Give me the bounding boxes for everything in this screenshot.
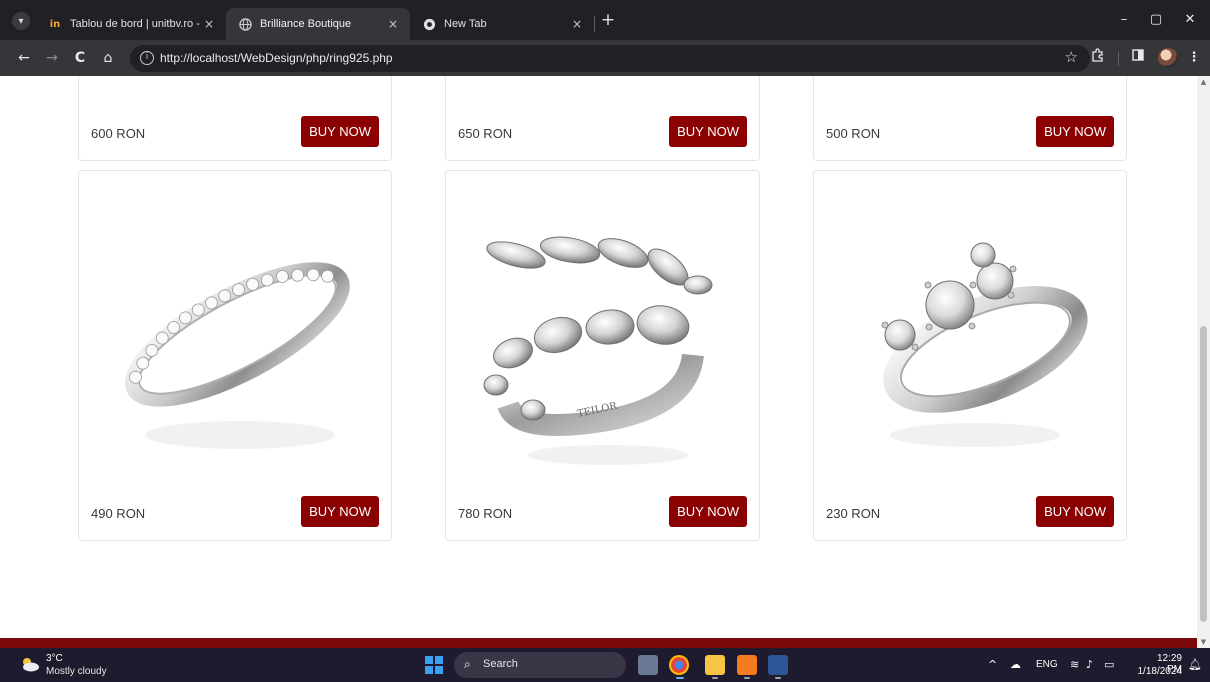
product-card: 600 RON BUY NOW xyxy=(78,76,392,161)
bookmark-star-icon[interactable]: ☆ xyxy=(1065,48,1078,66)
app-indicator xyxy=(775,677,781,679)
forward-button[interactable]: → xyxy=(42,48,62,68)
product-price: 650 RON xyxy=(458,126,513,141)
product-image xyxy=(456,76,749,98)
buy-now-button[interactable]: BUY NOW xyxy=(1036,116,1114,147)
product-card: 500 RON BUY NOW xyxy=(813,76,1127,161)
notification-bell-icon[interactable]: 🔔︎ xyxy=(1188,658,1202,671)
site-info-icon[interactable]: i xyxy=(140,51,154,65)
marquise-pear-wrap-ring-image: TEILOR xyxy=(456,181,749,478)
language-indicator[interactable]: ENG xyxy=(1036,659,1058,670)
file-explorer-task-view-icon[interactable] xyxy=(638,655,658,675)
tab-new-tab[interactable]: New Tab × xyxy=(410,8,594,40)
tab-title: Tablou de bord | unitbv.ro - e-l xyxy=(70,18,200,30)
active-app-indicator xyxy=(676,677,684,679)
windows-start-icon[interactable] xyxy=(425,656,443,674)
scrollbar-thumb[interactable] xyxy=(1200,326,1207,622)
tab-title: New Tab xyxy=(444,18,487,30)
product-card: 490 RON BUY NOW xyxy=(78,170,392,541)
eternity-band-ring-image xyxy=(89,181,381,478)
tab-close-icon[interactable]: × xyxy=(200,17,218,31)
onedrive-icon[interactable]: ☁ xyxy=(1010,658,1021,671)
search-placeholder: Search xyxy=(483,658,518,670)
tab-close-icon[interactable]: × xyxy=(384,17,402,31)
taskbar-search[interactable]: ⌕ Search xyxy=(454,652,626,678)
chrome-icon xyxy=(422,17,436,31)
browser-toolbar: ← → C ⌂ i http://localhost/WebDesign/php… xyxy=(0,40,1210,76)
product-price: 230 RON xyxy=(826,506,881,521)
toolbar-divider xyxy=(1118,52,1119,66)
tab-close-icon[interactable]: × xyxy=(568,17,586,31)
browser-tab-strip: ▾ in Tablou de bord | unitbv.ro - e-l × … xyxy=(0,0,1210,40)
buy-now-button[interactable]: BUY NOW xyxy=(1036,496,1114,527)
tab-unitbv[interactable]: in Tablou de bord | unitbv.ro - e-l × xyxy=(36,8,226,40)
word-taskbar-icon[interactable] xyxy=(768,655,788,675)
tab-divider xyxy=(594,16,595,32)
buy-now-button[interactable]: BUY NOW xyxy=(301,116,379,147)
page-footer-strip xyxy=(0,638,1197,648)
reload-button[interactable]: C xyxy=(70,48,90,68)
new-tab-button[interactable]: + xyxy=(598,10,618,30)
wifi-icon[interactable]: ≋ xyxy=(1070,658,1079,671)
address-bar[interactable]: i http://localhost/WebDesign/php/ring925… xyxy=(130,45,1090,72)
unitbv-favicon-icon: in xyxy=(49,18,61,30)
chrome-taskbar-icon[interactable] xyxy=(669,655,689,675)
home-button[interactable]: ⌂ xyxy=(98,48,118,68)
extensions-icon[interactable] xyxy=(1088,48,1108,68)
buy-now-button[interactable]: BUY NOW xyxy=(301,496,379,527)
product-card: 650 RON BUY NOW xyxy=(445,76,760,161)
minimize-button[interactable]: – xyxy=(1110,9,1138,31)
cloud-sun-icon[interactable] xyxy=(18,656,40,672)
side-panel-icon[interactable] xyxy=(1128,48,1148,68)
tab-title: Brilliance Boutique xyxy=(260,18,352,30)
page-content: 600 RON BUY NOW 650 RON BUY NOW 500 RON … xyxy=(0,76,1197,638)
back-button[interactable]: ← xyxy=(14,48,34,68)
weather-temperature[interactable]: 3°C xyxy=(46,653,63,664)
windows-taskbar: 3°C Mostly cloudy ⌕ Search ^ ☁ ENG ≋ ♪ ▭… xyxy=(0,648,1210,682)
more-menu-icon[interactable]: ⋮ xyxy=(1184,48,1204,68)
maximize-button[interactable]: ▢ xyxy=(1142,9,1170,31)
product-price: 490 RON xyxy=(91,506,146,521)
app-indicator xyxy=(744,677,750,679)
vertical-scrollbar[interactable]: ▲ ▼ xyxy=(1197,76,1210,648)
scroll-up-arrow-icon[interactable]: ▲ xyxy=(1197,76,1210,88)
close-window-button[interactable]: ✕ xyxy=(1176,9,1204,31)
three-stone-ring-image xyxy=(824,181,1116,478)
battery-icon[interactable]: ▭ xyxy=(1104,658,1114,671)
scroll-down-arrow-icon[interactable]: ▼ xyxy=(1197,636,1210,648)
product-price: 600 RON xyxy=(91,126,146,141)
product-card: 230 RON BUY NOW xyxy=(813,170,1127,541)
product-price: 500 RON xyxy=(826,126,881,141)
tab-brilliance-boutique[interactable]: Brilliance Boutique × xyxy=(226,8,410,40)
xampp-taskbar-icon[interactable] xyxy=(737,655,757,675)
clock-date[interactable]: 1/18/2024 xyxy=(1132,666,1183,677)
folder-taskbar-icon[interactable] xyxy=(705,655,725,675)
product-image xyxy=(89,76,381,98)
volume-icon[interactable]: ♪ xyxy=(1086,658,1093,671)
profile-avatar[interactable] xyxy=(1158,48,1178,68)
tray-overflow-chevron-icon[interactable]: ^ xyxy=(988,658,997,671)
url-text[interactable]: http://localhost/WebDesign/php/ring925.p… xyxy=(160,51,393,65)
product-card: TEILOR 780 RON BUY NOW xyxy=(445,170,760,541)
tab-search-icon[interactable]: ▾ xyxy=(12,12,30,30)
weather-description[interactable]: Mostly cloudy xyxy=(46,666,107,677)
product-price: 780 RON xyxy=(458,506,513,521)
search-icon: ⌕ xyxy=(464,657,471,671)
product-image xyxy=(824,76,1116,98)
buy-now-button[interactable]: BUY NOW xyxy=(669,496,747,527)
buy-now-button[interactable]: BUY NOW xyxy=(669,116,747,147)
app-indicator xyxy=(712,677,718,679)
globe-icon xyxy=(238,17,252,31)
